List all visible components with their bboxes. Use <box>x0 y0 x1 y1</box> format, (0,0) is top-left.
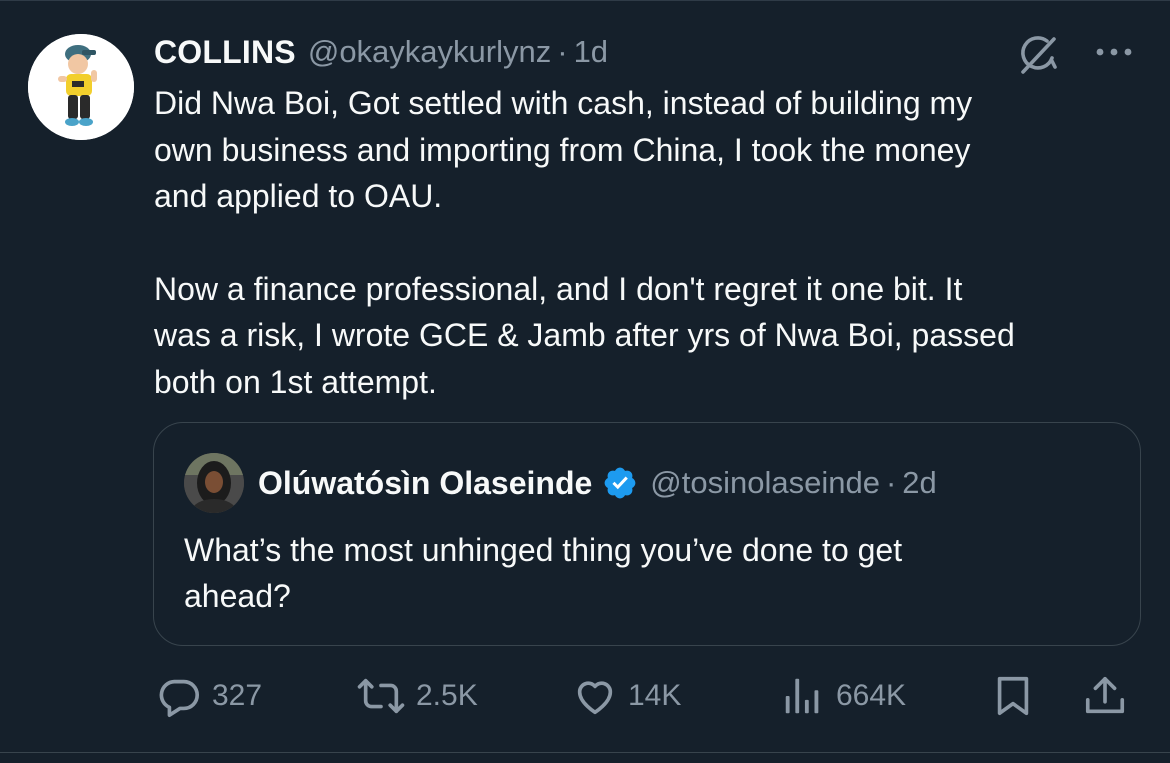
repost-icon <box>356 673 406 719</box>
top-divider <box>0 0 1170 1</box>
repost-button[interactable]: 2.5K <box>356 668 478 724</box>
like-icon <box>572 673 618 719</box>
like-count: 14K <box>628 679 682 712</box>
tweet-text: Did Nwa Boi, Got settled with cash, inst… <box>154 80 1144 405</box>
quote-timestamp[interactable]: 2d <box>902 465 936 501</box>
grok-icon[interactable] <box>1014 30 1062 78</box>
tweet-header: COLLINS @okaykaykurlynz · 1d <box>154 30 608 74</box>
share-button[interactable] <box>1082 668 1128 724</box>
action-bar: 327 2.5K 14K 664K <box>154 668 1144 724</box>
bookmark-button[interactable] <box>990 668 1036 724</box>
verified-icon <box>602 465 638 501</box>
quote-author-handle[interactable]: @tosinolaseinde <box>650 465 880 501</box>
repost-count: 2.5K <box>416 679 478 712</box>
quote-header: Olúwatósìn Olaseinde @tosinolaseinde · 2… <box>258 459 937 507</box>
author-name[interactable]: COLLINS <box>154 34 296 71</box>
quote-author-name[interactable]: Olúwatósìn Olaseinde <box>258 465 592 502</box>
more-icon[interactable] <box>1090 32 1138 72</box>
quote-text: What’s the most unhinged thing you’ve do… <box>184 532 903 614</box>
quote-author-avatar[interactable] <box>184 453 244 513</box>
quoted-tweet[interactable]: Olúwatósìn Olaseinde @tosinolaseinde · 2… <box>153 422 1141 646</box>
bottom-divider <box>0 752 1170 753</box>
tweet-timestamp[interactable]: 1d <box>574 34 608 70</box>
bookmark-icon <box>990 673 1036 719</box>
header-separator: · <box>557 34 568 69</box>
reply-icon <box>156 673 202 719</box>
views-count: 664K <box>836 679 907 712</box>
reply-count: 327 <box>212 679 263 712</box>
tweet-paragraph: Now a finance professional, and I don't … <box>154 270 1015 400</box>
tweet-paragraph: Did Nwa Boi, Got settled with cash, inst… <box>154 85 973 214</box>
author-avatar[interactable] <box>28 34 134 140</box>
quote-header-separator: · <box>885 465 897 500</box>
views-button[interactable]: 664K <box>780 668 906 724</box>
like-button[interactable]: 14K <box>572 668 681 724</box>
author-handle[interactable]: @okaykaykurlynz <box>308 34 551 70</box>
share-icon <box>1082 673 1128 719</box>
views-icon <box>780 673 826 719</box>
reply-button[interactable]: 327 <box>156 668 262 724</box>
